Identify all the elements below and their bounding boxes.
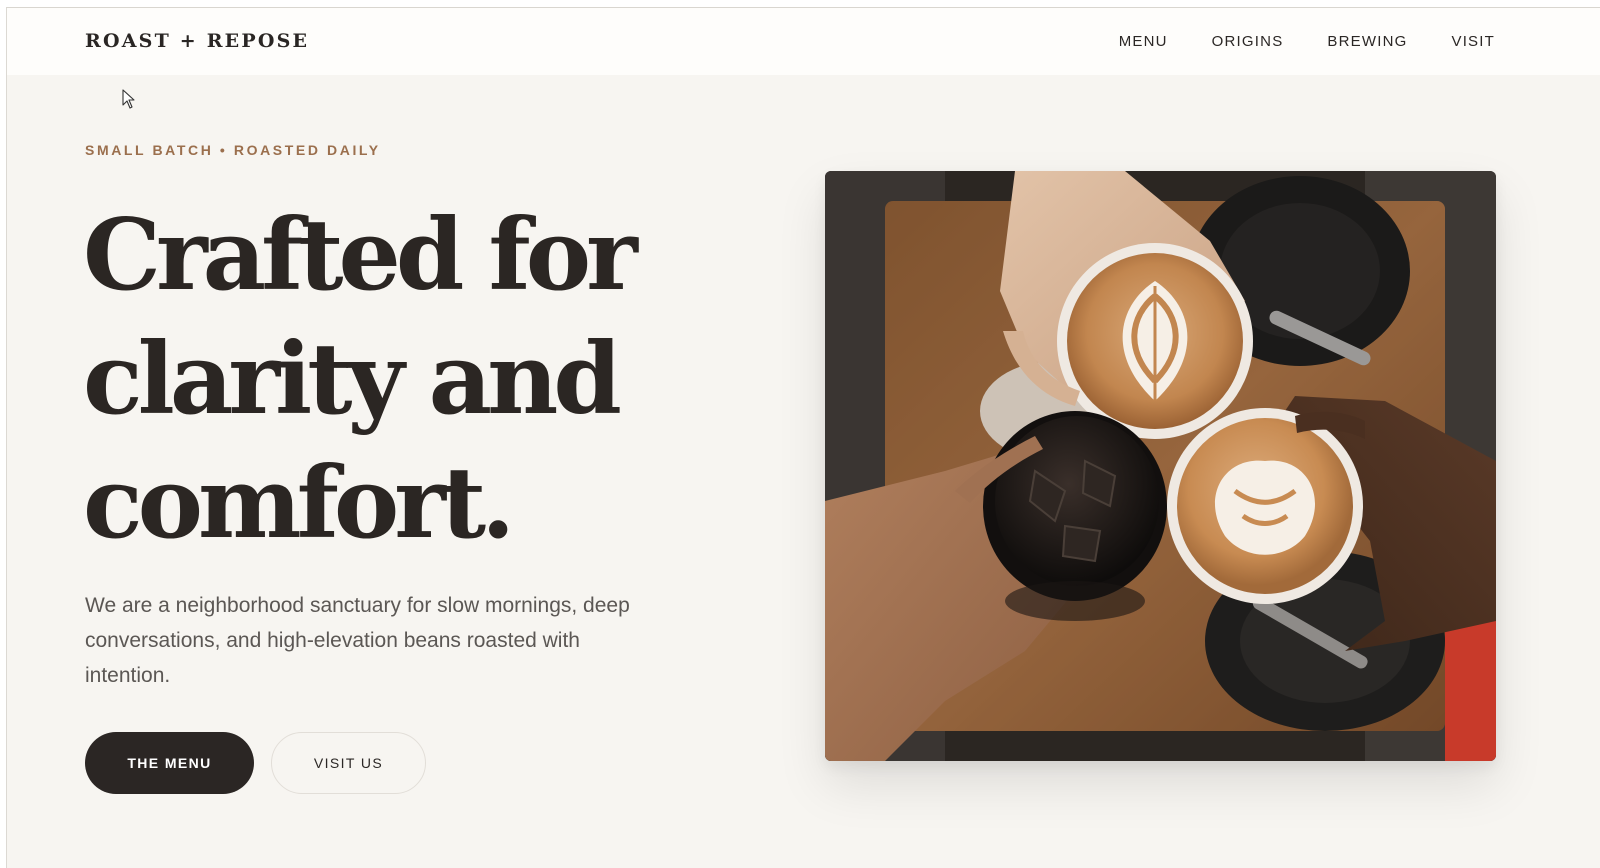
nav-item-origins[interactable]: ORIGINS [1212, 33, 1284, 50]
coffee-photo [825, 171, 1496, 761]
main-nav: MENU ORIGINS BREWING VISIT [1119, 33, 1495, 50]
coffee-cheers-illustration [825, 171, 1496, 761]
nav-item-menu[interactable]: MENU [1119, 33, 1168, 50]
nav-item-visit[interactable]: VISIT [1451, 33, 1495, 50]
hero-headline: Crafted for clarity and comfort. [83, 194, 703, 566]
hero-intro: We are a neighborhood sanctuary for slow… [85, 594, 630, 687]
brand-logo[interactable]: ROAST + REPOSE [85, 30, 309, 52]
browser-viewport: ROAST + REPOSE MENU ORIGINS BREWING VISI… [6, 7, 1600, 868]
the-menu-button[interactable]: THE MENU [85, 732, 254, 794]
hero-eyebrow: SMALL BATCH • ROASTED DAILY [85, 142, 381, 158]
headline-line-2: clarity and [83, 322, 622, 437]
nav-item-brewing[interactable]: BREWING [1327, 33, 1407, 50]
headline-line-1: Crafted for [83, 198, 638, 313]
headline-line-3: comfort. [83, 446, 515, 561]
mouse-cursor-icon [122, 89, 135, 109]
site-header: ROAST + REPOSE MENU ORIGINS BREWING VISI… [7, 8, 1600, 75]
visit-us-button[interactable]: VISIT US [271, 732, 426, 794]
